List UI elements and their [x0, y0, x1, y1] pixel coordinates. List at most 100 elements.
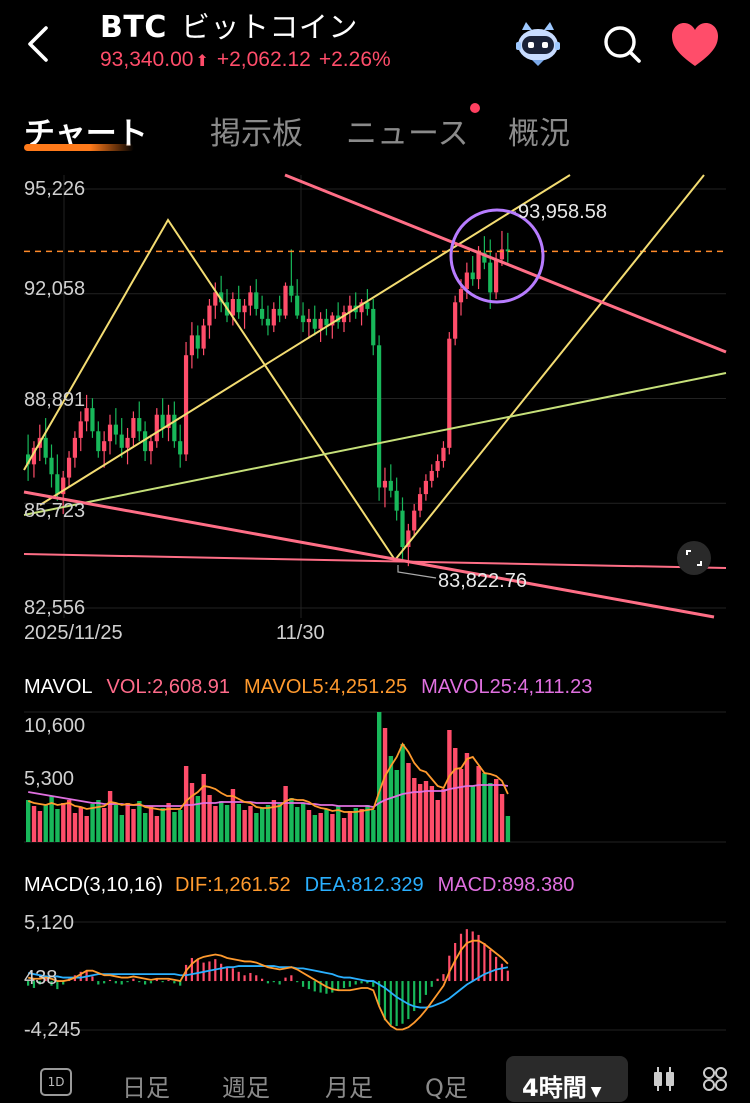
macd-histogram-bar	[144, 981, 147, 985]
macd-histogram-bar	[196, 959, 199, 982]
volume-bar	[230, 789, 236, 842]
volume-bar	[441, 789, 446, 842]
volume-bar	[476, 766, 481, 842]
macd-histogram-bar	[149, 981, 153, 984]
volume-bar	[458, 769, 464, 842]
candle-body	[312, 318, 317, 329]
macd-histogram-bar	[103, 981, 106, 984]
volume-bar	[488, 783, 493, 842]
candle-body	[435, 461, 440, 471]
volume-bar	[49, 796, 54, 842]
volume-y-tick: 5,300	[24, 768, 75, 790]
volume-bar	[72, 813, 78, 842]
candle-body	[49, 457, 54, 475]
volume-bar	[464, 753, 470, 842]
candle-body	[43, 437, 48, 458]
volume-bar	[66, 800, 72, 842]
dropdown-caret-icon: ▼	[590, 1084, 602, 1100]
volume-bar	[43, 804, 48, 842]
macd-histogram-bar	[108, 979, 112, 982]
macd-histogram-bar	[319, 981, 322, 993]
macd-histogram-bar	[360, 981, 363, 984]
y-tick-label: 88,891	[24, 389, 86, 411]
x-tick-label: 11/30	[276, 622, 325, 644]
macd-histogram-bar	[161, 981, 164, 983]
volume-bar	[494, 779, 499, 842]
timeframe-quarterly[interactable]: Q足	[425, 1068, 468, 1103]
volume-bar	[242, 810, 247, 842]
volume-bar	[412, 778, 417, 842]
volume-bar	[96, 800, 101, 842]
macd-histogram-bar	[372, 981, 375, 987]
volume-bar	[359, 809, 364, 842]
volume-bar	[365, 805, 370, 842]
y-tick-label: 95,226	[24, 178, 86, 200]
volume-bar	[154, 816, 160, 842]
macd-histogram-bar	[120, 981, 123, 985]
volume-bar	[371, 810, 376, 842]
macd-histogram-bar	[459, 933, 463, 982]
mavol5-name: MAVOL5	[244, 676, 324, 698]
candle-body	[476, 252, 481, 280]
candle-body	[488, 262, 493, 293]
candle-body	[137, 418, 142, 432]
timeframe-1d-button[interactable]: 1D	[40, 1068, 72, 1096]
macd-histogram-bar	[506, 970, 509, 982]
volume-bar	[172, 812, 177, 842]
candle-body	[125, 437, 130, 448]
candle-body	[371, 308, 376, 346]
candle-body	[306, 318, 311, 323]
macd-value: 898.380	[502, 874, 575, 896]
macd-histogram-bar	[313, 981, 316, 992]
candle-body	[429, 470, 434, 481]
macd-histogram-bar	[383, 981, 387, 1021]
fullscreen-button[interactable]	[677, 541, 711, 575]
macd-histogram-bar	[184, 964, 188, 982]
macd-histogram-bar	[266, 981, 270, 984]
volume-bar	[277, 804, 282, 842]
dea-name: DEA	[304, 874, 346, 896]
candle-body	[388, 480, 393, 491]
macd-y-tick: 438	[24, 967, 58, 989]
volume-bar	[236, 804, 241, 842]
dea-value: 812.329	[351, 874, 424, 896]
macd-histogram-bar	[337, 981, 340, 991]
x-tick-label: 2025/11/25	[24, 622, 123, 644]
volume-bar	[37, 811, 43, 842]
volume-bar	[201, 774, 206, 842]
timeframe-4h-dropdown[interactable]: 4時間 ▼	[522, 1068, 601, 1103]
volume-bar	[219, 801, 224, 842]
macd-histogram-bar	[272, 981, 275, 983]
volume-bar	[78, 807, 84, 842]
candle-style-icon[interactable]	[652, 1066, 676, 1092]
macd-histogram-bar	[389, 981, 392, 1025]
volume-bar	[400, 744, 405, 842]
volume-bar	[312, 815, 318, 842]
candle-body	[254, 292, 259, 309]
volume-bar	[183, 766, 189, 842]
macd-title: MACD(3,10,16)	[24, 874, 163, 896]
timeframe-monthly[interactable]: 月足	[325, 1068, 373, 1103]
volume-bar	[318, 813, 323, 842]
price-chart[interactable]	[0, 0, 750, 660]
volume-bar	[394, 770, 399, 842]
candle-body	[453, 302, 458, 339]
volume-bar	[388, 756, 394, 842]
volume-bar	[271, 800, 277, 842]
candle-body	[412, 510, 417, 531]
candle-body	[365, 302, 370, 309]
macd-histogram-bar	[155, 978, 158, 982]
low-price-label: 83,822.76	[438, 570, 527, 592]
macd-histogram-bar	[79, 971, 82, 982]
expand-icon	[686, 550, 702, 566]
volume-bar	[499, 794, 505, 842]
timeframe-weekly[interactable]: 週足	[222, 1068, 270, 1103]
candle-body	[119, 434, 124, 448]
volume-y-tick: 10,600	[24, 715, 86, 737]
macd-histogram-bar	[214, 959, 217, 982]
grid-menu-icon[interactable]	[702, 1066, 728, 1092]
timeframe-daily[interactable]: 日足	[122, 1068, 170, 1103]
macd-histogram-bar	[407, 981, 410, 1020]
macd-histogram-bar	[73, 975, 76, 982]
macd-histogram-bar	[424, 981, 427, 995]
